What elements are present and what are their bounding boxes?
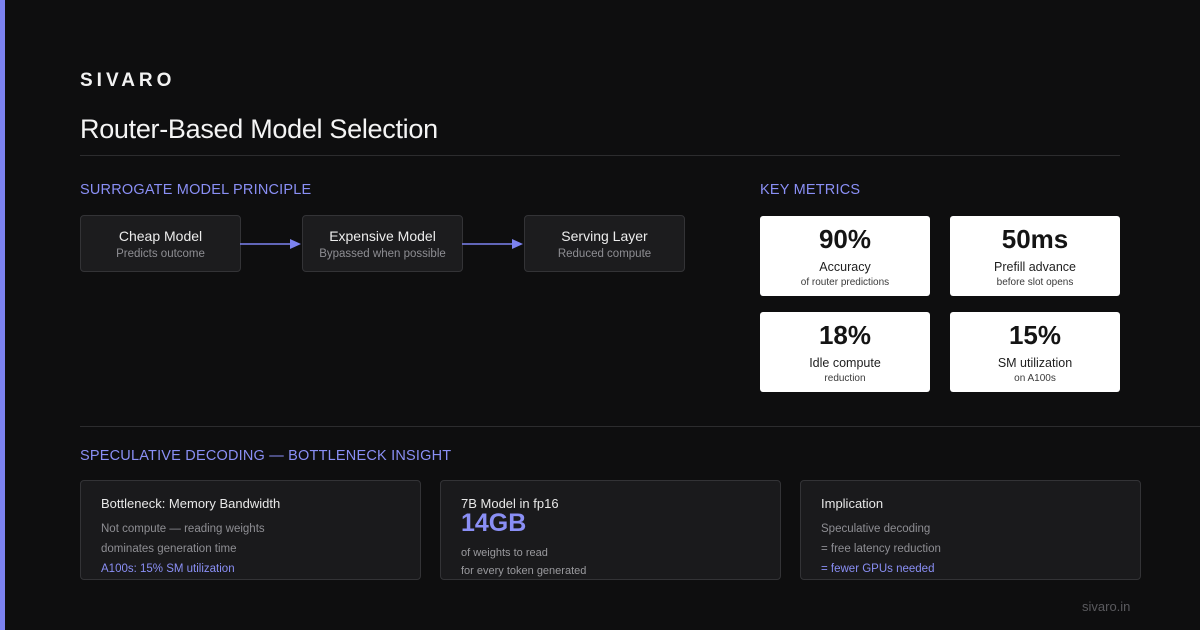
flow-node-subtitle: Bypassed when possible bbox=[319, 248, 446, 260]
card-title: Implication bbox=[821, 496, 884, 511]
flow-node-expensive-model: Expensive Model Bypassed when possible bbox=[302, 215, 463, 272]
flow-node-title: Cheap Model bbox=[118, 228, 203, 244]
metric-sublabel: of router predictions bbox=[800, 277, 890, 288]
page-title: Router-Based Model Selection bbox=[80, 114, 438, 144]
card-line: Not compute — reading weights bbox=[101, 523, 265, 535]
metric-label: Idle compute bbox=[809, 356, 881, 370]
section-divider bbox=[80, 426, 1200, 427]
flow-node-cheap-model: Cheap Model Predicts outcome bbox=[80, 215, 241, 272]
flow-arrow-1 bbox=[240, 239, 301, 249]
brand-logo: SIVARO bbox=[80, 70, 176, 91]
metric-card-idle-compute: 18% Idle compute reduction bbox=[760, 312, 930, 392]
title-divider bbox=[80, 155, 1120, 156]
metric-card-prefill: 50ms Prefill advance before slot opens bbox=[950, 216, 1120, 296]
flow-node-subtitle: Predicts outcome bbox=[116, 248, 205, 260]
metric-card-sm-utilization: 15% SM utilization on A100s bbox=[950, 312, 1120, 392]
metric-label: SM utilization bbox=[997, 356, 1073, 370]
flow-node-serving-layer: Serving Layer Reduced compute bbox=[524, 215, 685, 272]
footer-url-link[interactable]: sivaro.in bbox=[1082, 599, 1130, 614]
card-highlight: = fewer GPUs needed bbox=[821, 563, 935, 575]
left-accent-bar bbox=[0, 0, 5, 630]
metric-sublabel: before slot opens bbox=[996, 277, 1074, 288]
flow-node-subtitle: Reduced compute bbox=[557, 248, 652, 260]
metrics-section-label: KEY METRICS bbox=[760, 182, 861, 198]
card-line: dominates generation time bbox=[101, 543, 237, 555]
metric-label: Prefill advance bbox=[994, 260, 1076, 274]
flow-arrow-2 bbox=[462, 239, 523, 249]
card-line: = free latency reduction bbox=[821, 543, 941, 555]
metric-label: Accuracy bbox=[819, 260, 871, 274]
card-big-value: 14GB bbox=[461, 509, 527, 537]
metric-card-accuracy: 90% Accuracy of router predictions bbox=[760, 216, 930, 296]
card-title: Bottleneck: Memory Bandwidth bbox=[101, 496, 281, 511]
metric-value: 15% bbox=[1008, 320, 1062, 350]
metric-value: 90% bbox=[818, 224, 872, 254]
card-highlight: A100s: 15% SM utilization bbox=[101, 563, 235, 575]
card-line: Speculative decoding bbox=[821, 523, 931, 535]
speculative-section-label: SPECULATIVE DECODING — BOTTLENECK INSIGH… bbox=[80, 448, 452, 464]
flow-node-title: Expensive Model bbox=[329, 228, 436, 244]
flow-node-title: Serving Layer bbox=[561, 228, 648, 244]
metric-sublabel: reduction bbox=[824, 373, 866, 384]
surrogate-section-label: SURROGATE MODEL PRINCIPLE bbox=[80, 182, 312, 198]
metric-sublabel: on A100s bbox=[1014, 373, 1056, 384]
insight-card-bottleneck: Bottleneck: Memory Bandwidth Not compute… bbox=[80, 480, 421, 580]
card-line: for every token generated bbox=[461, 565, 587, 577]
insight-card-model-size: 7B Model in fp16 14GB of weights to read… bbox=[440, 480, 781, 580]
metric-value: 50ms bbox=[1001, 224, 1069, 254]
insight-card-implication: Implication Speculative decoding = free … bbox=[800, 480, 1141, 580]
card-line: of weights to read bbox=[461, 547, 548, 559]
metric-value: 18% bbox=[818, 320, 872, 350]
